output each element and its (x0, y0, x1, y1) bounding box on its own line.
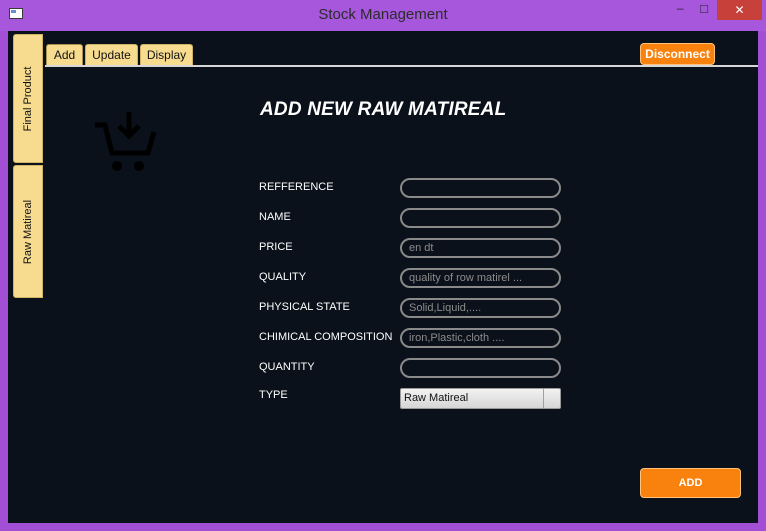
add-button[interactable]: ADD (640, 468, 741, 498)
disconnect-button[interactable]: Disconnect (640, 43, 715, 65)
type-select-value: Raw Matireal (404, 392, 469, 404)
page-title: ADD NEW RAW MATIREAL (260, 99, 507, 120)
reference-label: REFFERENCE (259, 181, 334, 193)
close-button[interactable]: ✕ (717, 0, 762, 20)
quality-field[interactable] (400, 268, 561, 288)
tab-add[interactable]: Add (46, 44, 83, 65)
tab-divider (45, 65, 758, 67)
name-field[interactable] (400, 208, 561, 228)
physical-state-field[interactable] (400, 298, 561, 318)
chemical-composition-label: CHIMICAL COMPOSITION (259, 331, 393, 343)
quality-label: QUALITY (259, 271, 307, 283)
dropdown-arrow-icon[interactable] (543, 389, 560, 408)
side-tab-label: Final Product (22, 66, 34, 131)
price-field[interactable] (400, 238, 561, 258)
maximize-button[interactable]: ☐ (692, 0, 716, 20)
reference-field[interactable] (400, 178, 561, 198)
name-label: NAME (259, 211, 291, 223)
physical-state-label: PHYSICAL STATE (259, 301, 350, 313)
side-tab-raw-matireal[interactable]: Raw Matireal (13, 165, 43, 298)
minimize-button[interactable]: ─ (668, 0, 692, 20)
main-panel: Final Product Raw Matireal Add Update Di… (8, 31, 758, 523)
type-select[interactable]: Raw Matireal (400, 388, 561, 409)
price-label: PRICE (259, 241, 293, 253)
window-title: Stock Management (318, 6, 448, 23)
title-bar: Stock Management ─ ☐ ✕ (0, 0, 766, 31)
tab-display[interactable]: Display (140, 44, 193, 65)
side-tab-label: Raw Matireal (22, 199, 34, 264)
side-tab-final-product[interactable]: Final Product (13, 34, 43, 163)
quantity-field[interactable] (400, 358, 561, 378)
tab-update[interactable]: Update (85, 44, 138, 65)
quantity-label: QUANTITY (259, 361, 315, 373)
type-label: TYPE (259, 389, 288, 401)
cart-download-icon (95, 112, 157, 171)
chemical-composition-field[interactable] (400, 328, 561, 348)
